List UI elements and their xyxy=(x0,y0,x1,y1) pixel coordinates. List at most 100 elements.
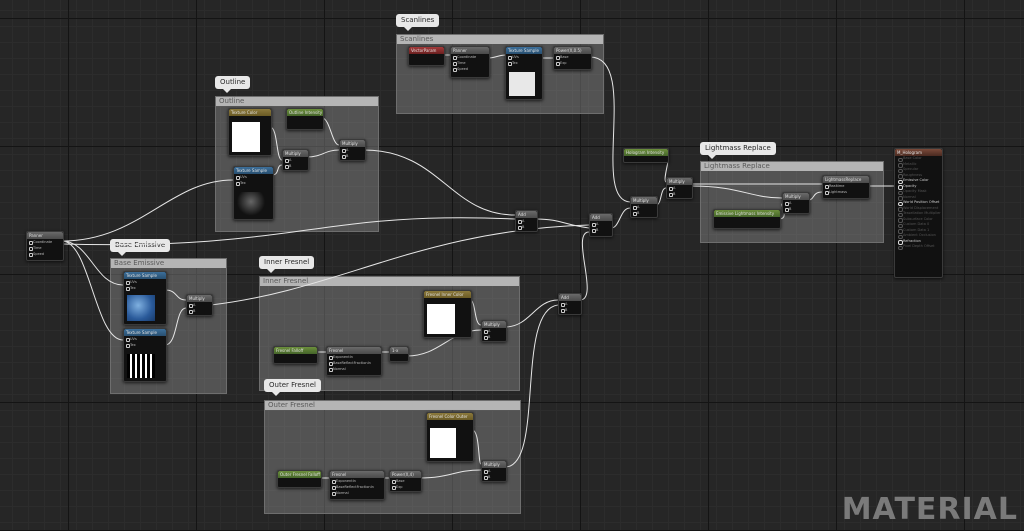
outline-multiply1-node[interactable]: Multiply A B xyxy=(282,149,309,171)
node-title: Multiply xyxy=(283,150,308,157)
outline-texture-sample-node[interactable]: Texture Sample UVs Tex xyxy=(233,166,274,220)
wire-multb-to-lmmult xyxy=(690,185,783,199)
pin-b[interactable]: B xyxy=(667,191,692,197)
node-title: Fresnel Color Outer xyxy=(427,413,473,420)
node-title: Multiply xyxy=(482,321,506,328)
outline-intensity-node[interactable]: Outline Intensity xyxy=(286,108,324,130)
scan-power-node[interactable]: Power(X,0.5) Base Exp xyxy=(553,46,592,70)
wire-outer-mult-to-add3 xyxy=(504,304,559,468)
pin-b[interactable]: B xyxy=(783,206,809,212)
node-title: Panner xyxy=(27,232,63,239)
lightmass-replace-node[interactable]: LightmassReplace Realtime Lightmass xyxy=(822,175,870,199)
node-title: Fresnel Inner Color xyxy=(424,291,471,298)
wire-inner-mult-to-add3 xyxy=(504,299,559,328)
wire-outline-int-to-mult2 xyxy=(321,117,340,146)
node-title: Add xyxy=(516,211,537,218)
wire-base-to-add xyxy=(210,224,590,306)
inner-color-node[interactable]: Fresnel Inner Color xyxy=(423,290,472,338)
pin-b[interactable]: B xyxy=(187,308,212,314)
outer-power-node[interactable]: Power(X,4) Base Exp xyxy=(389,470,422,492)
wire-panner-to-outline xyxy=(61,179,234,242)
node-title: Multiply xyxy=(340,140,365,147)
wire-outer-power-to-mult xyxy=(419,469,482,479)
texture-preview xyxy=(127,295,155,321)
node-title: LightmassReplace xyxy=(823,176,869,183)
pin-b[interactable]: B xyxy=(340,153,365,159)
node-title: Add xyxy=(590,214,612,221)
texture-preview xyxy=(509,72,535,96)
wire-panner-to-add1 xyxy=(61,217,516,246)
panner-main-node[interactable]: Panner Coordinate Time Speed xyxy=(26,231,64,261)
inner-oneminus-node[interactable]: 1-x xyxy=(389,346,409,362)
outer-multiply-node[interactable]: Multiply A B xyxy=(481,460,507,482)
node-title: Texture Sample xyxy=(124,272,166,279)
multiply-a-node[interactable]: Multiply A B xyxy=(630,196,658,218)
wire-outline-to-add xyxy=(363,149,516,216)
pin-tex[interactable]: Tex xyxy=(124,342,166,348)
node-title: Multiply xyxy=(667,178,692,185)
pin-b[interactable]: B xyxy=(631,210,657,216)
pin-speed[interactable]: Speed xyxy=(27,251,63,257)
inner-fresnel-node[interactable]: Fresnel ExponentIn BaseReflectFractionIn… xyxy=(326,346,382,376)
node-title: M_Hologram xyxy=(895,149,942,156)
pin-b[interactable]: B xyxy=(482,334,506,340)
result-pin-list: Base Color Metallic Specular Roughness Emiss… xyxy=(895,156,942,250)
texture-preview xyxy=(127,354,155,378)
pin-speed[interactable]: Speed xyxy=(451,66,489,72)
outline-multiply2-node[interactable]: Multiply A B xyxy=(339,139,366,161)
pin-b[interactable]: B xyxy=(482,474,506,480)
inner-falloff-node[interactable]: Fresnel Falloff xyxy=(273,346,318,364)
base-texture1-node[interactable]: Texture Sample UVs Tex xyxy=(123,271,167,325)
outer-fresnel-node[interactable]: Fresnel ExponentIn BaseReflectFractionIn… xyxy=(329,470,385,500)
inner-multiply-node[interactable]: Multiply A B xyxy=(481,320,507,342)
node-title: Multiply xyxy=(631,197,657,204)
texture-preview xyxy=(232,122,260,152)
outer-falloff-node[interactable]: Outer Fresnel Falloff xyxy=(277,470,322,488)
lightmass-multiply-node[interactable]: Multiply A B xyxy=(782,192,810,214)
outline-texture-param-node[interactable]: Texture Color xyxy=(228,108,272,156)
hologram-intensity-node[interactable]: Hologram Intensity xyxy=(623,148,669,163)
wire-scan-panner-to-tex xyxy=(487,54,507,59)
node-title: Fresnel xyxy=(330,471,384,478)
pin-tex[interactable]: Tex xyxy=(124,285,166,291)
node-title: Add xyxy=(559,294,581,301)
emissive-lightmass-node[interactable]: Emissive Lightmass Intensity xyxy=(713,209,781,229)
base-texture2-node[interactable]: Texture Sample UVs Tex xyxy=(123,328,167,382)
node-title: Power(X,0.5) xyxy=(554,47,591,54)
texture-preview xyxy=(237,192,265,216)
wire-add3-to-add2 xyxy=(579,231,590,301)
result-pin[interactable]: Pixel Depth Offset xyxy=(895,244,942,250)
node-title: Fresnel Falloff xyxy=(274,347,317,354)
wire-base2-to-multiply xyxy=(164,307,187,346)
node-title: VectorParam xyxy=(409,47,444,54)
color-preview xyxy=(430,428,456,458)
pin-normal[interactable]: Normal xyxy=(330,490,384,496)
pin-tex[interactable]: Tex xyxy=(506,60,542,66)
node-title: Multiply xyxy=(783,193,809,200)
pin-tex[interactable]: Tex xyxy=(234,180,273,186)
material-watermark: MATERIAL xyxy=(841,492,1018,527)
node-title: 1-x xyxy=(390,347,408,354)
pin-exp[interactable]: Exp xyxy=(390,484,421,490)
wire-lmmult-to-lmreplace xyxy=(807,191,823,201)
add1-node[interactable]: Add A B xyxy=(515,210,538,232)
wire-add2-to-multa xyxy=(610,207,631,229)
material-result-node[interactable]: M_Hologram Base Color Metallic Specular Rou… xyxy=(894,148,943,278)
pin-lightmass[interactable]: Lightmass xyxy=(823,189,869,195)
scan-vector-node[interactable]: VectorParam xyxy=(408,46,445,66)
node-title: Texture Color xyxy=(229,109,271,116)
pin-b[interactable]: B xyxy=(559,307,581,313)
pin-b[interactable]: B xyxy=(516,224,537,230)
base-multiply-node[interactable]: Multiply A B xyxy=(186,294,213,316)
scan-panner-node[interactable]: Panner Coordinate Time Speed xyxy=(450,46,490,78)
pin-b[interactable]: B xyxy=(283,163,308,169)
pin-normal[interactable]: Normal xyxy=(327,366,381,372)
pin-exp[interactable]: Exp xyxy=(554,60,591,66)
multiply-b-node[interactable]: Multiply A B xyxy=(666,177,693,199)
add2-node[interactable]: Add A B xyxy=(589,213,613,237)
add3-node[interactable]: Add A B xyxy=(558,293,582,315)
scan-texture-node[interactable]: Texture Sample UVs Tex xyxy=(505,46,543,100)
outer-color-node[interactable]: Fresnel Color Outer xyxy=(426,412,474,462)
node-title: Texture Sample xyxy=(124,329,166,336)
pin-b[interactable]: B xyxy=(590,227,612,233)
